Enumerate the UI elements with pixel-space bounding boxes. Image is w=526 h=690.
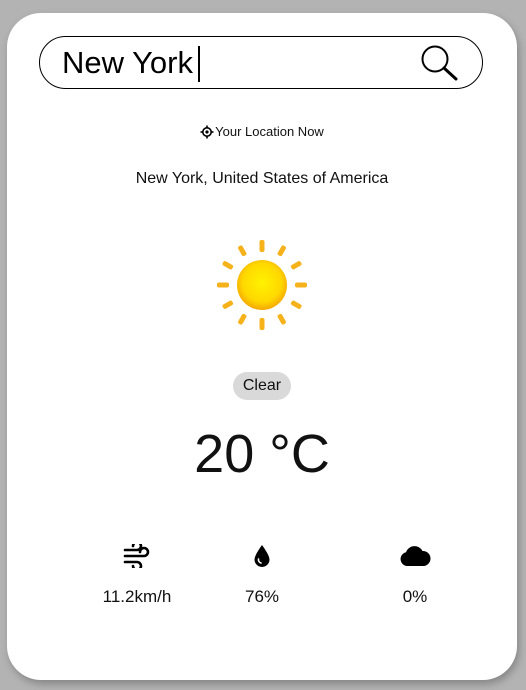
humidity-stat: 76% [202, 541, 322, 607]
weather-card: Your Location Now New York, United State… [7, 13, 517, 680]
cloudiness: 0% [402, 587, 428, 606]
sun-icon [217, 240, 307, 330]
cloud-stat: 0% [355, 541, 475, 607]
search-input[interactable] [62, 43, 412, 83]
humidity: 76% [244, 587, 280, 606]
current-location-label: Your Location Now [215, 124, 324, 139]
condition-badge: Clear [233, 372, 291, 400]
temperature: 20 °C [194, 424, 330, 484]
wind-icon [123, 544, 150, 568]
search-bar[interactable] [39, 36, 483, 89]
droplet-icon [254, 545, 270, 567]
wind-speed: 11.2km/h [102, 587, 172, 606]
weather-icon [215, 238, 309, 332]
wind-stat: 11.2km/h [77, 541, 197, 607]
search-button[interactable] [418, 43, 460, 83]
search-icon [421, 45, 458, 81]
cloud-icon [400, 546, 431, 566]
crosshair-icon [200, 125, 214, 138]
current-location[interactable]: Your Location Now [7, 124, 517, 139]
text-caret [198, 46, 200, 82]
city-name: New York, United States of America [135, 170, 389, 187]
